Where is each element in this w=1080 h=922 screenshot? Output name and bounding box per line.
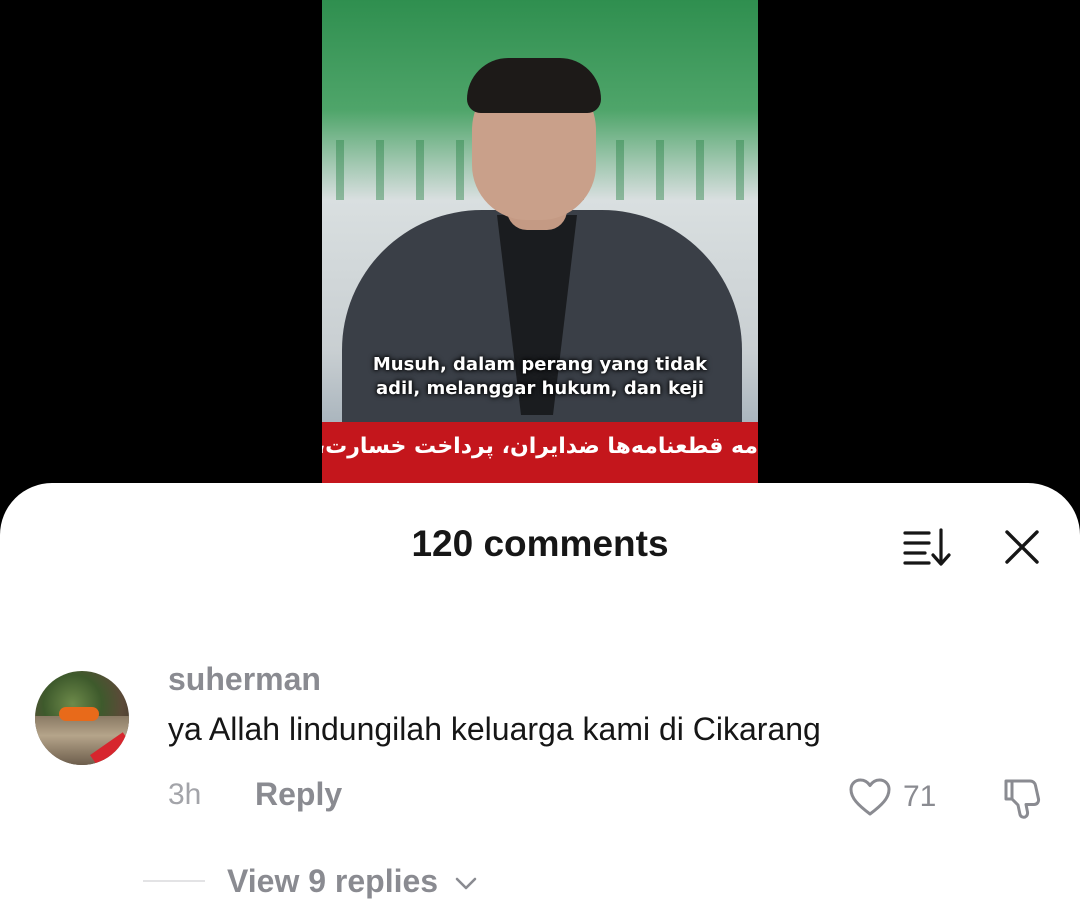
like-count: 71 [903,780,937,813]
comment-username[interactable]: suherman [168,661,321,698]
chevron-down-icon [455,877,477,889]
comments-sheet: 120 comments suherman ya Allah lindungil… [0,483,1080,922]
comment-time: 3h [168,778,202,811]
video-subtitle: Musuh, dalam perang yang tidak adil, mel… [322,353,758,401]
view-replies-button[interactable]: View 9 replies [227,863,477,900]
sort-icon[interactable] [903,527,951,567]
subtitle-line-2: adil, melanggar hukum, dan keji [375,378,705,399]
screen: Musuh, dalam perang yang tidak adil, mel… [0,0,1080,922]
close-icon[interactable] [1004,529,1040,565]
ticker-text: مه قطعنامه‌ها ضدایران، پرداخت خسارت، خ [322,434,758,459]
replies-divider [143,880,205,882]
video-player[interactable]: Musuh, dalam perang yang tidak adil, mel… [322,0,758,500]
avatar[interactable] [35,671,129,765]
avatar-raft [59,707,99,721]
reply-button[interactable]: Reply [255,776,342,813]
presenter-hair [467,58,601,113]
heart-icon[interactable] [848,777,892,817]
comment-text: ya Allah lindungilah keluarga kami di Ci… [168,711,821,747]
view-replies-label: View 9 replies [227,863,439,899]
subtitle-line-1: Musuh, dalam perang yang tidak [372,354,708,375]
dislike-icon[interactable] [1000,775,1046,821]
